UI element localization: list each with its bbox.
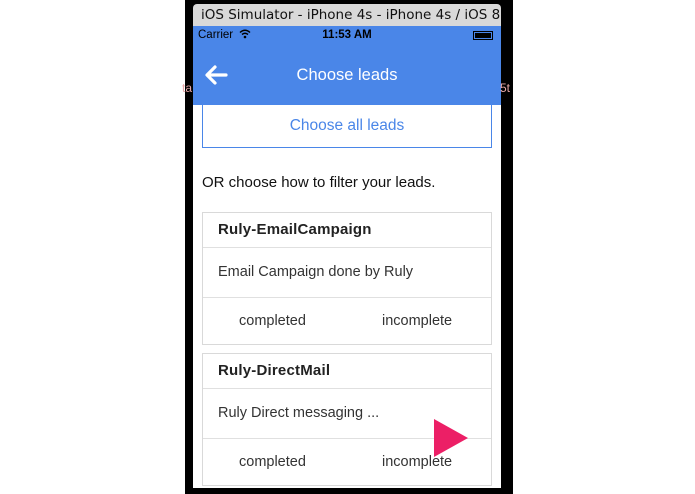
- window-title: iOS Simulator - iPhone 4s - iPhone 4s / …: [193, 4, 501, 26]
- page-title: Choose leads: [296, 66, 398, 84]
- nav-bar: Choose leads: [193, 46, 501, 105]
- status-bar: Carrier 11:53 AM: [193, 26, 501, 46]
- battery-icon: [473, 31, 493, 40]
- play-button[interactable]: [432, 417, 470, 459]
- lead-filter-card: Ruly-EmailCampaign Email Campaign done b…: [202, 212, 492, 345]
- completed-button[interactable]: completed: [239, 454, 306, 470]
- card-title: Ruly-DirectMail: [203, 354, 491, 389]
- incomplete-button[interactable]: incomplete: [382, 313, 452, 329]
- choose-all-leads-button[interactable]: Choose all leads: [202, 104, 492, 148]
- completed-button[interactable]: completed: [239, 313, 306, 329]
- background-text-right: 5t: [500, 81, 511, 95]
- filter-instructions: OR choose how to filter your leads.: [202, 174, 436, 191]
- background-text-left: ta: [182, 81, 193, 95]
- card-title: Ruly-EmailCampaign: [203, 213, 491, 248]
- status-time: 11:53 AM: [322, 29, 372, 41]
- card-description: Email Campaign done by Ruly: [203, 248, 491, 298]
- card-actions: completed incomplete: [203, 298, 491, 346]
- play-icon: [434, 419, 468, 457]
